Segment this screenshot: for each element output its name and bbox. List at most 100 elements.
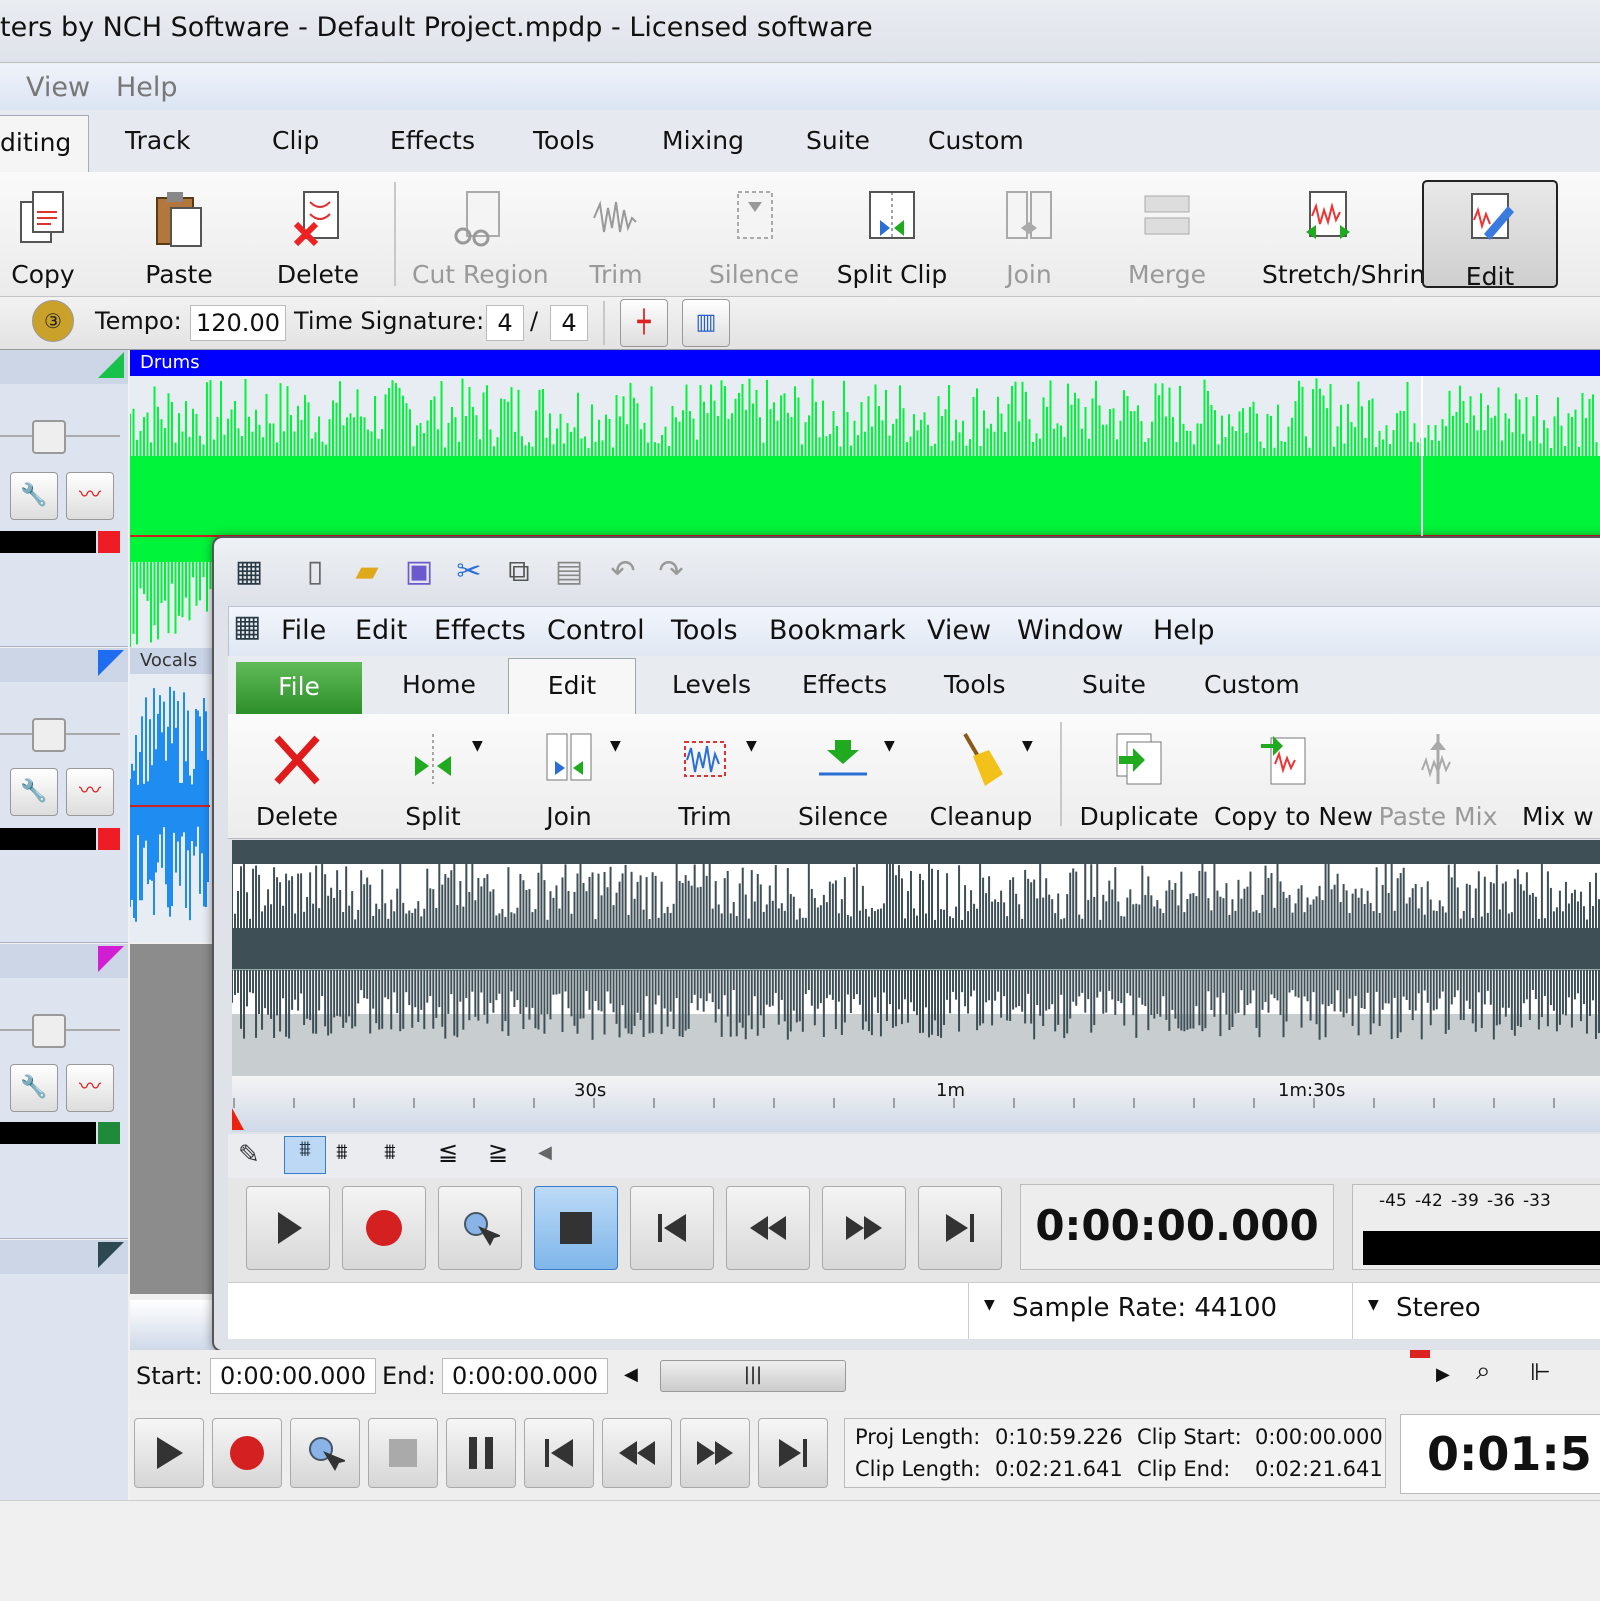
tab-effects[interactable]: Effects bbox=[390, 126, 475, 155]
wrench-icon[interactable]: 🔧 bbox=[10, 1064, 58, 1112]
go-end-button[interactable] bbox=[918, 1186, 1002, 1270]
tab-tools[interactable]: Tools bbox=[944, 670, 1006, 699]
wrench-icon[interactable]: 🔧 bbox=[10, 768, 58, 816]
tab-levels[interactable]: Levels bbox=[672, 670, 751, 699]
duplicate-button[interactable]: Duplicate bbox=[1074, 722, 1204, 832]
paste-mix-button[interactable]: Paste Mix bbox=[1368, 722, 1508, 832]
time-sig-denominator[interactable]: 4 bbox=[550, 305, 588, 341]
end-input[interactable]: 0:00:00.000 bbox=[442, 1358, 608, 1394]
tab-edit[interactable]: Edit bbox=[508, 658, 636, 717]
pan-knob[interactable] bbox=[32, 1014, 66, 1048]
rewind-button[interactable] bbox=[726, 1186, 810, 1270]
trim-button[interactable]: Trim bbox=[551, 180, 681, 290]
tab-track[interactable]: Track bbox=[125, 126, 190, 155]
undo-icon[interactable]: ↶ bbox=[606, 554, 640, 590]
tab-effects[interactable]: Effects bbox=[802, 670, 887, 699]
time-sig-numerator[interactable]: 4 bbox=[486, 305, 524, 341]
menu-help[interactable]: Help bbox=[1153, 615, 1215, 646]
split-dropdown-icon[interactable]: ▼ bbox=[472, 738, 483, 754]
envelope-icon[interactable]: 〰 bbox=[66, 472, 114, 520]
stop-button[interactable] bbox=[534, 1186, 618, 1270]
metronome-icon[interactable]: ③ bbox=[32, 300, 74, 342]
tab-editing[interactable]: diting bbox=[0, 115, 89, 174]
cleanup-dropdown-icon[interactable]: ▼ bbox=[1022, 738, 1033, 754]
split-clip-button[interactable]: Split Clip bbox=[827, 180, 957, 290]
scroll-right-icon[interactable]: ▶ bbox=[1436, 1364, 1450, 1385]
snap-icon[interactable]: ┿ bbox=[620, 299, 668, 347]
save-icon[interactable]: ▣ bbox=[402, 554, 436, 590]
silence-button[interactable]: Silence bbox=[689, 180, 819, 290]
pencil-icon[interactable]: ✎ bbox=[238, 1140, 260, 1170]
paste-button[interactable]: Paste bbox=[114, 180, 244, 290]
zoom-icon[interactable]: ⌕ bbox=[1476, 1356, 1491, 1387]
stretch-shrink-button[interactable]: Stretch/Shrink bbox=[1262, 180, 1440, 290]
zoom-level-2-icon[interactable]: ≧ bbox=[488, 1138, 508, 1166]
menu-bookmark[interactable]: Bookmark bbox=[769, 615, 906, 646]
edit-button[interactable]: Edit bbox=[1422, 180, 1558, 291]
waveform-view-icon[interactable]: ⩩ bbox=[284, 1136, 326, 1174]
waveform-both-icon[interactable]: ⩩ bbox=[384, 1140, 396, 1165]
stop-button[interactable] bbox=[368, 1418, 438, 1488]
menu-window[interactable]: Window bbox=[1017, 615, 1123, 646]
start-input[interactable]: 0:00:00.000 bbox=[210, 1358, 376, 1394]
menu-help[interactable]: Help bbox=[116, 72, 178, 103]
tab-tools[interactable]: Tools bbox=[533, 126, 595, 155]
waveform-right-icon[interactable]: ⩩ bbox=[336, 1140, 348, 1165]
sample-rate-dropdown-icon[interactable]: ▼ bbox=[984, 1297, 995, 1313]
scrub-button[interactable] bbox=[438, 1186, 522, 1270]
trim-dropdown-icon[interactable]: ▼ bbox=[746, 738, 757, 754]
channels-dropdown-icon[interactable]: ▼ bbox=[1368, 1297, 1379, 1313]
tab-clip[interactable]: Clip bbox=[272, 126, 319, 155]
play-button[interactable] bbox=[246, 1186, 330, 1270]
menu-tools[interactable]: Tools bbox=[671, 615, 738, 646]
open-folder-icon[interactable]: ▰ bbox=[350, 554, 384, 590]
mix-with-button[interactable]: Mix w bbox=[1518, 722, 1600, 832]
tab-suite[interactable]: Suite bbox=[806, 126, 870, 155]
horizontal-scrollbar[interactable]: ||| bbox=[660, 1360, 846, 1392]
grid-icon[interactable]: ▥ bbox=[682, 299, 730, 347]
tempo-input[interactable]: 120.00 bbox=[190, 305, 286, 341]
join-dropdown-icon[interactable]: ▼ bbox=[610, 738, 621, 754]
menu-control[interactable]: Control bbox=[547, 615, 645, 646]
envelope-icon[interactable]: 〰 bbox=[66, 768, 114, 816]
cut-icon[interactable]: ✂ bbox=[452, 554, 486, 590]
sample-rate-selector[interactable]: Sample Rate: 44100 bbox=[1012, 1293, 1277, 1323]
envelope-icon[interactable]: 〰 bbox=[66, 1064, 114, 1112]
go-start-button[interactable] bbox=[630, 1186, 714, 1270]
wrench-icon[interactable]: 🔧 bbox=[10, 472, 58, 520]
paste-icon[interactable]: ▤ bbox=[552, 554, 586, 590]
menu-file[interactable]: File bbox=[281, 615, 326, 646]
scrub-button[interactable] bbox=[290, 1418, 360, 1488]
rewind-button[interactable] bbox=[602, 1418, 672, 1488]
new-file-icon[interactable]: ▯ bbox=[298, 554, 332, 590]
go-start-button[interactable] bbox=[524, 1418, 594, 1488]
play-button[interactable] bbox=[134, 1418, 204, 1488]
silence-dropdown-icon[interactable]: ▼ bbox=[884, 738, 895, 754]
copy-to-new-button[interactable]: Copy to New bbox=[1214, 722, 1373, 832]
zoom-slider[interactable]: ⊩ bbox=[1530, 1358, 1551, 1386]
cut-region-button[interactable]: Cut Region bbox=[412, 180, 549, 290]
menu-edit[interactable]: Edit bbox=[355, 615, 407, 646]
copy-button[interactable]: Copy bbox=[0, 180, 108, 290]
pan-knob[interactable] bbox=[32, 420, 66, 454]
menu-view[interactable]: View bbox=[26, 72, 90, 103]
menu-effects[interactable]: Effects bbox=[434, 615, 526, 646]
wavepad-waveform[interactable] bbox=[231, 840, 1600, 1076]
wavepad-timeline[interactable]: 30s 1m 1m:30s bbox=[232, 1076, 1600, 1132]
zoom-level-icon[interactable]: ≦ bbox=[438, 1138, 458, 1166]
join-button[interactable]: Join bbox=[964, 180, 1094, 290]
tab-suite[interactable]: Suite bbox=[1082, 670, 1146, 699]
tab-custom[interactable]: Custom bbox=[1204, 670, 1300, 699]
scroll-left-icon[interactable]: ◀ bbox=[624, 1364, 638, 1385]
channels-selector[interactable]: Stereo bbox=[1396, 1293, 1481, 1323]
go-end-button[interactable] bbox=[758, 1418, 828, 1488]
fast-forward-button[interactable] bbox=[822, 1186, 906, 1270]
delete-button[interactable]: Delete bbox=[232, 722, 362, 832]
pause-button[interactable] bbox=[446, 1418, 516, 1488]
delete-button[interactable]: Delete bbox=[253, 180, 383, 290]
scroll-left-icon[interactable]: ◀ bbox=[538, 1142, 552, 1163]
record-button[interactable] bbox=[212, 1418, 282, 1488]
redo-icon[interactable]: ↷ bbox=[654, 554, 688, 590]
menu-view[interactable]: View bbox=[927, 615, 991, 646]
tab-home[interactable]: Home bbox=[402, 670, 476, 699]
